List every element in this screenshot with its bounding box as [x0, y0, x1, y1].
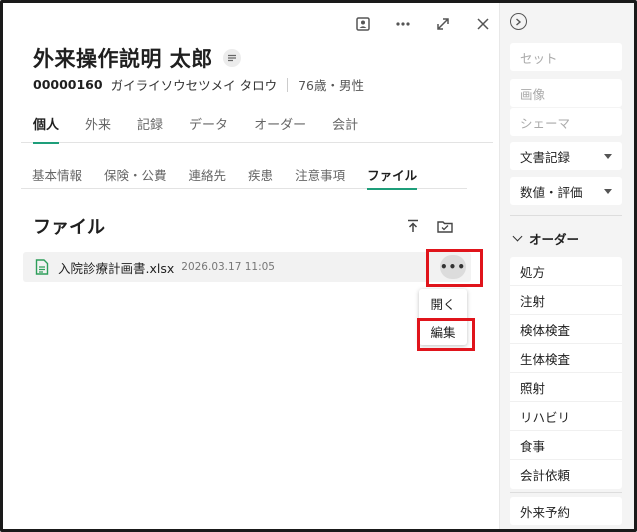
folder-icon[interactable] — [429, 215, 461, 237]
file-row[interactable]: 入院診療計画書.xlsx 2026.03.17 11:05 — [23, 252, 471, 282]
sidebar-order-header-label: オーダー — [529, 232, 580, 247]
sidebar-divider — [510, 492, 622, 493]
sidebar-item-meal[interactable]: 食事 — [510, 431, 622, 460]
sidebar-item-injection[interactable]: 注射 — [510, 286, 622, 315]
app-window: 外来操作説明 太郎 00000160 ガイライソウセツメイ タロウ 76歳・男性… — [0, 0, 637, 532]
caret-down-icon — [604, 154, 612, 159]
sidebar-image-button[interactable]: 画像 — [510, 79, 622, 107]
window-controls — [343, 13, 503, 35]
patient-age-sex: 76歳・男性 — [298, 78, 364, 93]
more-horizontal-icon[interactable] — [383, 13, 423, 35]
patient-name-text: 外来操作説明 太郎 — [33, 47, 213, 71]
sidebar-order-list: 処方 注射 検体検査 生体検査 照射 リハビリ 食事 会計依頼 — [510, 257, 622, 489]
section-title: ファイル — [33, 217, 105, 238]
subtab-caution[interactable]: 注意事項 — [284, 161, 356, 189]
sidebar-document-dropdown[interactable]: 文書記録 — [510, 142, 622, 170]
sidebar-item-billing-request[interactable]: 会計依頼 — [510, 460, 622, 489]
file-date: 2026.03.17 11:05 — [181, 261, 275, 273]
expand-icon[interactable] — [423, 13, 463, 35]
main-tabs: 個人 外来 記録 データ オーダー 会計 — [21, 109, 493, 144]
file-more-button[interactable]: ••• — [440, 255, 466, 279]
subtab-basic-info[interactable]: 基本情報 — [21, 161, 93, 189]
tab-personal[interactable]: 個人 — [21, 109, 71, 144]
sidebar-appointment-button[interactable]: 外来予約 — [510, 497, 622, 525]
tab-billing[interactable]: 会計 — [320, 109, 370, 143]
sidebar-item-physiological-test[interactable]: 生体検査 — [510, 344, 622, 373]
edit-item-highlight — [417, 318, 475, 351]
section-tools — [397, 215, 461, 237]
subtab-contact[interactable]: 連絡先 — [178, 161, 238, 189]
tab-order[interactable]: オーダー — [242, 109, 318, 143]
sub-tabs: 基本情報 保険・公費 連絡先 疾患 注意事項 ファイル — [21, 161, 467, 190]
meta-divider — [287, 77, 289, 92]
tab-data[interactable]: データ — [177, 109, 240, 143]
sidebar-item-rehabilitation[interactable]: リハビリ — [510, 402, 622, 431]
sidebar-item-prescription[interactable]: 処方 — [510, 257, 622, 286]
subtab-disease[interactable]: 疾患 — [237, 161, 284, 189]
tab-record[interactable]: 記録 — [125, 109, 175, 143]
sidebar-order-header[interactable]: オーダー — [512, 229, 580, 248]
chevron-down-icon — [512, 231, 523, 242]
excel-file-icon — [35, 259, 49, 275]
profile-card-icon[interactable] — [343, 13, 383, 35]
sidebar-item-specimen-test[interactable]: 検体検査 — [510, 315, 622, 344]
subtab-file[interactable]: ファイル — [356, 161, 428, 190]
sidebar-document-label: 文書記録 — [520, 149, 571, 165]
sidebar-numeric-label: 数値・評価 — [520, 184, 583, 200]
patient-kana: ガイライソウセツメイ タロウ — [110, 78, 278, 93]
file-name: 入院診療計画書.xlsx — [58, 260, 175, 276]
patient-name: 外来操作説明 太郎 — [33, 43, 241, 73]
patient-id: 00000160 — [33, 77, 103, 92]
menu-item-open[interactable]: 開く — [419, 289, 467, 317]
patient-meta: 00000160 ガイライソウセツメイ タロウ 76歳・男性 — [33, 75, 364, 94]
sidebar-schema-button[interactable]: シェーマ — [510, 108, 622, 136]
tab-outpatient[interactable]: 外来 — [73, 109, 123, 143]
sidebar-item-radiation[interactable]: 照射 — [510, 373, 622, 402]
sidebar-numeric-dropdown[interactable]: 数値・評価 — [510, 177, 622, 205]
subtab-insurance[interactable]: 保険・公費 — [93, 161, 178, 189]
sidebar-divider — [510, 215, 622, 216]
upload-icon[interactable] — [397, 215, 429, 237]
chevron-right-circle-icon[interactable] — [510, 13, 527, 30]
close-icon[interactable] — [463, 13, 503, 35]
caret-down-icon — [604, 189, 612, 194]
sidebar-set-button[interactable]: セット — [510, 43, 622, 71]
memo-icon[interactable] — [222, 49, 241, 67]
right-sidebar: セット 画像 シェーマ 文書記録 数値・評価 オーダー 処方 注射 検体検査 生… — [499, 3, 634, 529]
